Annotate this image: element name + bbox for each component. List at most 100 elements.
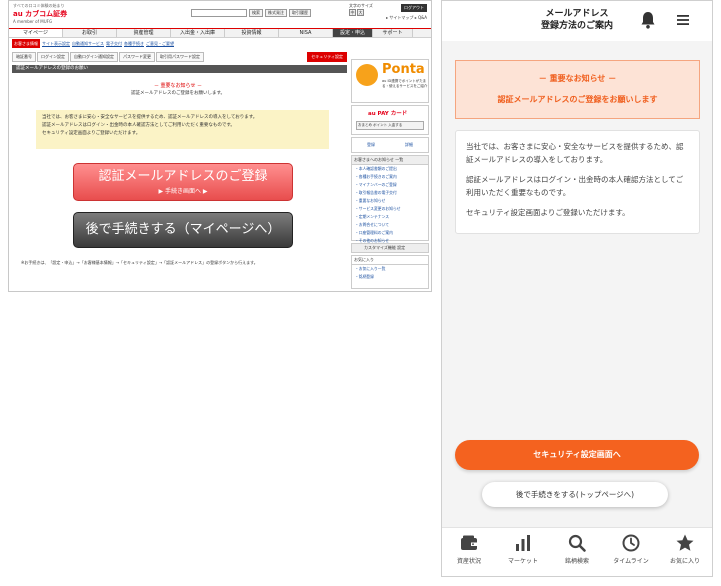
subnav-feedback[interactable]: ご意見・ご要望 [146,39,174,48]
tab-trade-password[interactable]: 取引用パスワード設定 [156,52,204,62]
news-box: お客さまへのお知らせ 一覧 ・本人確認書類のご提出 ・各種お手続きのご案内 ・マ… [351,155,429,243]
clock-icon [622,534,640,552]
settings-tabs: 暗証番号 ログイン設定 自動ログイン通知設定 パスワード変更 取引用パスワード設… [9,52,347,62]
news-item[interactable]: ・口座管理料のご案内 [352,229,428,237]
subnav-customer-info[interactable]: お客さま情報 [12,39,40,48]
register-email-button[interactable]: 認証メールアドレスのご登録 ▶ 手続き画面へ ▶ [73,163,293,201]
gnav-deposit[interactable]: 入出金・入出庫 [171,29,225,37]
subnav-notify[interactable]: 自動通知サービス [72,39,104,48]
tab-assets[interactable]: 資産状況 [442,528,496,576]
news-item[interactable]: ・取引報告書の電子交付 [352,189,428,197]
favorites-header: お気に入り [352,256,428,265]
later-mypage-button[interactable]: 後で手続きする（マイページへ） [73,212,293,248]
news-item[interactable]: ・各種お手続きのご案内 [352,173,428,181]
sub-nav: お客さま情報 サイト表示設定 自動通知サービス 電子交付 各種手続き ご意見・ご… [9,39,349,48]
tab-assets-label: 資産状況 [456,558,481,565]
tab-search[interactable]: 銘柄検索 [550,528,604,576]
notice-title: － 重要なお知らせ － [153,83,203,89]
mobile-page-title: メールアドレス 登録方法のご案内 [540,9,613,31]
tab-market[interactable]: マーケット [496,528,550,576]
search-icon [568,534,586,552]
aupay-button[interactable]: おまとめ ポイント 入金する [356,121,424,130]
font-size-medium[interactable]: 中 [349,9,356,16]
gnav-info[interactable]: 投資情報 [225,29,279,37]
footnote: ※お手続きは、「設定・申込」→「お客様基本情報」→「セキュリティ設定」→「認証メ… [21,260,258,265]
ponta-banner[interactable]: Ponta au ID連携でポイントがたまる・使えるサービスをご紹介 [351,59,429,103]
header-links[interactable]: ▸ サイトマップ ▸ Q&A [386,15,427,21]
customize-bar: カスタマイズ機能 設定 [351,243,429,253]
info-line: セキュリティ設定画面よりご登録いただけます。 [42,131,141,136]
info-line: 認証メールアドレスはログイン・出金時の本人確認方法としてご利用いただく重要なもの… [42,123,235,128]
header-search: 検索 株式発注 取引履歴 [191,9,311,17]
gnav-trade[interactable]: お取引 [63,29,117,37]
info-box: 当社では、お客さまに安心・安全なサービスを提供するため、認証メールアドレスの導入… [36,110,329,149]
brand-logo[interactable]: au カブコム証券 A member of MUFG [13,9,67,24]
tab-timeline-label: タイムライン [613,558,649,565]
gnav-mypage[interactable]: マイページ [9,29,63,37]
font-size-label: 文字のサイズ [349,3,373,8]
font-size-control: 文字のサイズ 中大 [349,3,373,16]
customize-button[interactable]: 設定 [397,245,405,250]
subnav-edelivery[interactable]: 電子交付 [106,39,122,48]
tab-search-label: 銘柄検索 [564,558,589,565]
message-paragraph: 認証メールアドレスはログイン・出金時の本人確認方法としてご利用いただく重要なもの… [466,175,684,197]
trade-history-button[interactable]: 取引履歴 [289,9,311,17]
news-item[interactable]: ・重要なお知らせ [352,197,428,205]
bell-icon[interactable] [640,11,656,29]
search-button[interactable]: 検索 [249,9,263,17]
tab-password[interactable]: パスワード変更 [119,52,155,62]
tab-timeline[interactable]: タイムライン [604,528,658,576]
news-item[interactable]: ・本人確認書類のご提出 [352,165,428,173]
aupay-card-banner[interactable]: au PAY カード おまとめ ポイント 入金する [351,105,429,135]
tab-pin[interactable]: 暗証番号 [12,52,36,62]
subnav-procedures[interactable]: 各種手続き [124,39,144,48]
news-item[interactable]: ・お問合せについて [352,221,428,229]
menu-icon[interactable] [674,11,692,29]
notice-text: 認証メールアドレスのご登録をお願いします [497,95,658,104]
side-link-detail[interactable]: 詳細 [405,142,413,148]
news-more-link[interactable]: 一覧 [395,157,403,162]
message-paragraph: セキュリティ設定画面よりご登録いただけます。 [466,208,630,217]
tab-login-notify[interactable]: 自動ログイン通知設定 [70,52,118,62]
favorite-item[interactable]: ・銘柄登録 [352,273,428,281]
news-item[interactable]: ・定期メンテナンス [352,213,428,221]
favorite-item[interactable]: ・お気に入り一覧 [352,265,428,273]
gnav-settings[interactable]: 設定・申込 [333,29,373,37]
tab-favorites[interactable]: お気に入り [658,528,712,576]
news-item[interactable]: ・マイナンバーのご登録 [352,181,428,189]
star-icon [676,534,694,551]
gnav-assets[interactable]: 資産管理 [117,29,171,37]
font-size-large[interactable]: 大 [357,9,364,16]
search-input[interactable] [191,9,247,17]
subnav-display[interactable]: サイト表示設定 [42,39,70,48]
register-email-label: 認証メールアドレスのご登録 [98,169,268,184]
important-notice: － 重要なお知らせ － 認証メールアドレスのご登録をお願いします [455,60,700,119]
notice-heading: － 重要なお知らせ － [538,74,617,83]
tab-login[interactable]: ログイン設定 [37,52,69,62]
customize-label: カスタマイズ機能 [364,245,396,250]
global-nav: マイページ お取引 資産管理 入出金・入出庫 投資情報 NISA 設定・申込 サ… [9,28,431,38]
news-header: お客さまへのお知らせ 一覧 [352,156,428,165]
aupay-title: au PAY カード [368,111,408,117]
register-email-sublabel: ▶ 手続き画面へ ▶ [158,188,208,195]
notice-subtitle: 認証メールアドレスのご登録をお願いします。 [130,91,226,96]
favorites-box: お気に入り ・お気に入り一覧 ・銘柄登録 [351,255,429,289]
message-paragraph: 当社では、お客さまに安心・安全なサービスを提供するため、認証メールアドレスの導入… [466,142,684,164]
news-item[interactable]: ・サービス変更のお知らせ [352,205,428,213]
later-top-page-button[interactable]: 後で手続きをする(トップページへ) [482,482,668,507]
ponta-mascot-icon [356,64,378,86]
ponta-text: au ID連携でポイントがたまる・使えるサービスをご紹介 [382,79,428,88]
tab-market-label: マーケット [507,558,538,565]
side-links: 登録 詳細 [351,137,429,153]
right-sidebar: Ponta au ID連携でポイントがたまる・使えるサービスをご紹介 au PA… [349,39,431,291]
logout-button[interactable]: ログアウト [401,4,427,12]
gnav-support[interactable]: サポート [373,29,413,37]
security-settings-button[interactable]: セキュリティ設定画面へ [455,440,699,470]
gnav-nisa[interactable]: NISA [279,29,333,37]
ponta-title: Ponta [382,62,425,77]
message-card: 当社では、お客さまに安心・安全なサービスを提供するため、認証メールアドレスの導入… [455,130,700,234]
tab-security[interactable]: セキュリティ設定 [307,52,347,62]
bar-chart-icon [516,535,530,551]
quick-order-button[interactable]: 株式発注 [265,9,287,17]
side-link-register[interactable]: 登録 [367,142,375,148]
